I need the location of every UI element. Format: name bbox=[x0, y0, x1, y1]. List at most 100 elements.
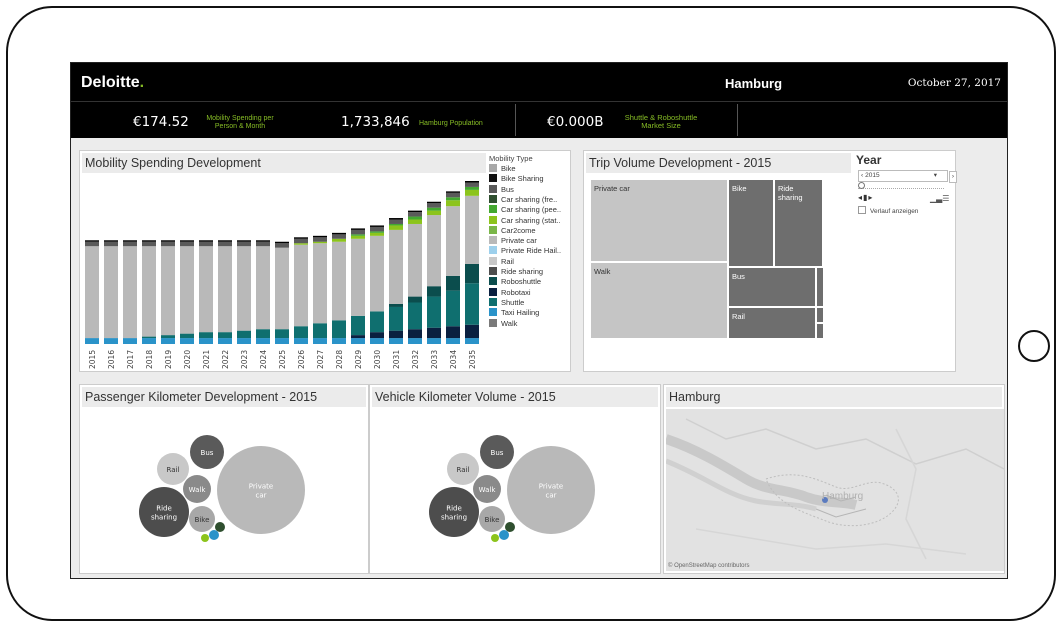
bar-segment[interactable] bbox=[427, 210, 441, 216]
home-button[interactable] bbox=[1018, 330, 1050, 362]
bar-segment[interactable] bbox=[332, 232, 346, 235]
bar-segment[interactable] bbox=[370, 235, 384, 312]
bar-segment[interactable] bbox=[256, 241, 270, 247]
bar-segment[interactable] bbox=[446, 326, 460, 339]
bar-segment[interactable] bbox=[104, 240, 118, 242]
bar-segment[interactable] bbox=[180, 246, 194, 334]
bar-segment[interactable] bbox=[218, 246, 232, 333]
bar-segment[interactable] bbox=[123, 241, 137, 247]
legend-item[interactable]: Bike bbox=[489, 164, 516, 174]
bar-segment[interactable] bbox=[180, 333, 194, 339]
bar-segment[interactable] bbox=[389, 219, 403, 224]
chevron-down-icon[interactable]: ▾ bbox=[934, 171, 937, 181]
bar-segment[interactable] bbox=[446, 191, 460, 193]
bar-segment[interactable] bbox=[465, 181, 479, 183]
bar-segment[interactable] bbox=[104, 246, 118, 339]
bar-segment[interactable] bbox=[351, 234, 365, 236]
treemap-small-cell[interactable] bbox=[816, 267, 824, 307]
bar-segment[interactable] bbox=[294, 326, 308, 339]
bar-segment[interactable] bbox=[446, 206, 460, 276]
bar-segment[interactable] bbox=[389, 218, 403, 220]
bar-segment[interactable] bbox=[370, 225, 384, 227]
bar-segment[interactable] bbox=[294, 243, 308, 245]
legend-item[interactable]: Car sharing (stat.. bbox=[489, 215, 561, 226]
bar-segment[interactable] bbox=[427, 338, 441, 344]
bar-segment[interactable] bbox=[446, 192, 460, 198]
bar-segment[interactable] bbox=[275, 247, 289, 330]
legend-item[interactable]: Private car bbox=[489, 236, 537, 246]
bar-segment[interactable] bbox=[275, 329, 289, 339]
year-slider[interactable] bbox=[858, 182, 944, 189]
bar-segment[interactable] bbox=[180, 241, 194, 247]
speed-icon[interactable]: ▁▃☰ bbox=[930, 194, 949, 203]
legend-item[interactable]: Car sharing (fre.. bbox=[489, 194, 557, 205]
spending-bar-chart[interactable]: 2015 2016 2017 2018 2019 2020 2021 2022 2023 2024… bbox=[80, 151, 490, 373]
bar-segment[interactable] bbox=[408, 223, 422, 297]
legend-item[interactable]: Ride sharing bbox=[489, 267, 543, 277]
legend-item[interactable]: Bike Sharing bbox=[489, 174, 544, 184]
bar-segment[interactable] bbox=[142, 240, 156, 242]
bar-segment[interactable] bbox=[351, 315, 365, 336]
bar-segment[interactable] bbox=[313, 338, 327, 344]
bar-segment[interactable] bbox=[389, 223, 403, 226]
bar-segment[interactable] bbox=[389, 330, 403, 339]
bar-segment[interactable] bbox=[446, 338, 460, 344]
bar-segment[interactable] bbox=[199, 338, 213, 344]
bar-segment[interactable] bbox=[85, 240, 99, 242]
bar-segment[interactable] bbox=[256, 246, 270, 330]
bar-segment[interactable] bbox=[85, 246, 99, 339]
treemap-small-cell[interactable] bbox=[816, 307, 824, 323]
legend-item[interactable]: Roboshuttle bbox=[489, 277, 541, 287]
bar-segment[interactable] bbox=[370, 232, 384, 236]
bar-segment[interactable] bbox=[180, 338, 194, 344]
bar-segment[interactable] bbox=[180, 240, 194, 242]
legend-item[interactable]: Private Ride Hail.. bbox=[489, 246, 561, 256]
bar-segment[interactable] bbox=[465, 338, 479, 344]
bar-segment[interactable] bbox=[123, 246, 137, 339]
treemap-walk[interactable]: Walk bbox=[590, 262, 728, 339]
bar-segment[interactable] bbox=[142, 241, 156, 247]
bar-segment[interactable] bbox=[351, 335, 365, 339]
legend-item[interactable]: Taxi Hailing bbox=[489, 308, 539, 318]
bar-segment[interactable] bbox=[332, 320, 346, 339]
bar-segment[interactable] bbox=[313, 235, 327, 238]
bar-segment[interactable] bbox=[427, 286, 441, 297]
bar-segment[interactable] bbox=[256, 329, 270, 339]
bar-segment[interactable] bbox=[294, 244, 308, 327]
bar-segment[interactable] bbox=[237, 241, 251, 247]
bar-segment[interactable] bbox=[275, 243, 289, 248]
bar-segment[interactable] bbox=[446, 275, 460, 291]
bar-segment[interactable] bbox=[294, 338, 308, 344]
bar-segment[interactable] bbox=[313, 323, 327, 339]
treemap-bus[interactable]: Bus bbox=[728, 267, 816, 307]
bar-segment[interactable] bbox=[199, 240, 213, 242]
history-checkbox[interactable] bbox=[858, 206, 866, 214]
bar-segment[interactable] bbox=[237, 330, 251, 339]
bar-segment[interactable] bbox=[427, 296, 441, 328]
bar-segment[interactable] bbox=[408, 296, 422, 303]
bar-segment[interactable] bbox=[351, 238, 365, 316]
bar-segment[interactable] bbox=[408, 329, 422, 339]
bar-segment[interactable] bbox=[104, 338, 118, 344]
bar-segment[interactable] bbox=[427, 201, 441, 204]
bar-segment[interactable] bbox=[123, 240, 137, 242]
bar-segment[interactable] bbox=[408, 302, 422, 330]
bar-segment[interactable] bbox=[427, 207, 441, 211]
bar-segment[interactable] bbox=[408, 219, 422, 224]
bar-segment[interactable] bbox=[351, 235, 365, 239]
bar-segment[interactable] bbox=[275, 241, 289, 244]
bar-segment[interactable] bbox=[351, 228, 365, 230]
bar-segment[interactable] bbox=[313, 243, 327, 324]
bar-segment[interactable] bbox=[199, 246, 213, 333]
legend-item[interactable]: Walk bbox=[489, 318, 517, 329]
bar-segment[interactable] bbox=[275, 338, 289, 344]
bar-segment[interactable] bbox=[408, 216, 422, 220]
bar-segment[interactable] bbox=[389, 338, 403, 344]
bar-segment[interactable] bbox=[161, 338, 175, 344]
slider-handle[interactable] bbox=[858, 182, 865, 189]
bar-segment[interactable] bbox=[427, 215, 441, 287]
bar-segment[interactable] bbox=[199, 241, 213, 247]
bubble[interactable] bbox=[505, 522, 515, 532]
bar-segment[interactable] bbox=[351, 229, 365, 235]
playback-controls[interactable]: ◂▮▸ bbox=[858, 193, 873, 202]
